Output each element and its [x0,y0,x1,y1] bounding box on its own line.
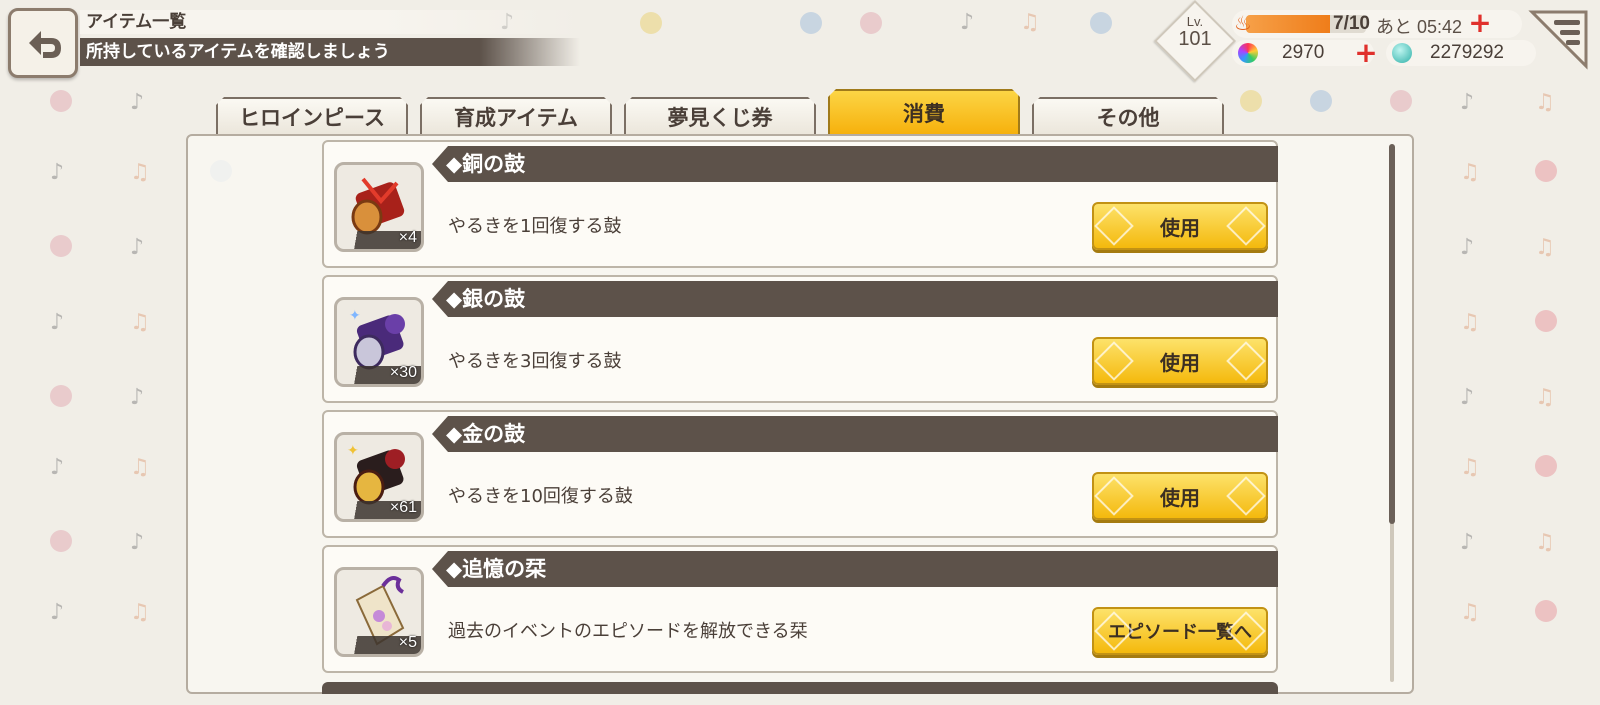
level-label: Lv. [1186,14,1204,29]
tab-dream-lottery[interactable]: 夢見くじ券 [624,97,816,135]
svg-text:✦: ✦ [349,308,361,324]
tab-training-items[interactable]: 育成アイテム [420,97,612,135]
item-description: やるきを1回復する鼓 [448,216,622,237]
item-thumbnail: ×4 [334,162,424,252]
hamburger-icon [1528,10,1588,70]
flame-icon: ♨ [1234,11,1252,35]
rainbow-gem-count: 2970 [1282,42,1325,63]
button-ornament [1094,476,1134,516]
add-stamina-button[interactable]: + [1468,9,1492,37]
item-description: 過去のイベントのエピソードを解放できる栞 [448,621,808,642]
scrollbar-thumb[interactable] [1389,144,1395,524]
use-button-label: 使用 [1160,215,1200,240]
item-name: ◆銀の鼓 [432,281,1278,317]
add-gem-button[interactable]: + [1354,39,1378,67]
item-row-gold-drum: ✦ ×61 ◆金の鼓 やるきを10回復する鼓 使用 [322,410,1278,538]
tab-heroine-piece[interactable]: ヒロインピース [216,97,408,135]
item-row-silver-drum: ✦ ×30 ◆銀の鼓 やるきを3回復する鼓 使用 [322,275,1278,403]
item-thumbnail: ✦ ×30 [334,297,424,387]
use-button-label: 使用 [1160,485,1200,510]
item-thumbnail: ✦ ×61 [334,432,424,522]
stamina-timer: あと 05:42 [1376,17,1463,37]
use-button-label: 使用 [1160,350,1200,375]
item-count: ×5 [398,634,417,651]
item-name: ◆金の鼓 [432,416,1278,452]
rainbow-gem-icon [1238,43,1258,63]
tab-other[interactable]: その他 [1032,97,1224,135]
episode-list-button[interactable]: エピソード一覧へ [1092,607,1268,655]
item-count: ×4 [398,229,417,246]
item-description: やるきを10回復する鼓 [448,486,633,507]
item-thumbnail: ×5 [334,567,424,657]
menu-button[interactable] [1526,8,1592,70]
page-title: アイテム一覧 [80,10,580,34]
item-count: ×61 [389,499,417,516]
blue-gem-icon [1392,43,1412,63]
use-button[interactable]: 使用 [1092,472,1268,520]
back-arrow-icon [29,31,61,58]
item-name: ◆追憶の栞 [432,551,1278,587]
use-button[interactable]: 使用 [1092,337,1268,385]
item-description: やるきを3回復する鼓 [448,351,622,372]
button-ornament [1094,341,1134,381]
button-ornament [1226,476,1266,516]
back-button[interactable] [8,8,78,78]
svg-text:✦: ✦ [347,443,359,459]
item-row-copper-drum: ×4 ◆銅の鼓 やるきを1回復する鼓 使用 [322,140,1278,268]
stamina-value: 7/10 [1333,13,1370,34]
item-count: ×30 [389,364,417,381]
button-ornament [1226,206,1266,246]
use-button[interactable]: 使用 [1092,202,1268,250]
level-value: 101 [1178,28,1212,50]
button-ornament [1226,341,1266,381]
tab-consumables[interactable]: 消費 [828,89,1020,135]
item-name: ◆銅の鼓 [432,146,1278,182]
page-subtitle: 所持しているアイテムを確認しましょう [80,38,580,66]
blue-gem-count: 2279292 [1430,42,1504,63]
button-ornament [1094,206,1134,246]
item-row-memory-bookmark: ×5 ◆追憶の栞 過去のイベントのエピソードを解放できる栞 エピソード一覧へ [322,545,1278,673]
next-item-row-partial [322,682,1278,694]
level-display: Lv. 101 [1166,14,1224,49]
